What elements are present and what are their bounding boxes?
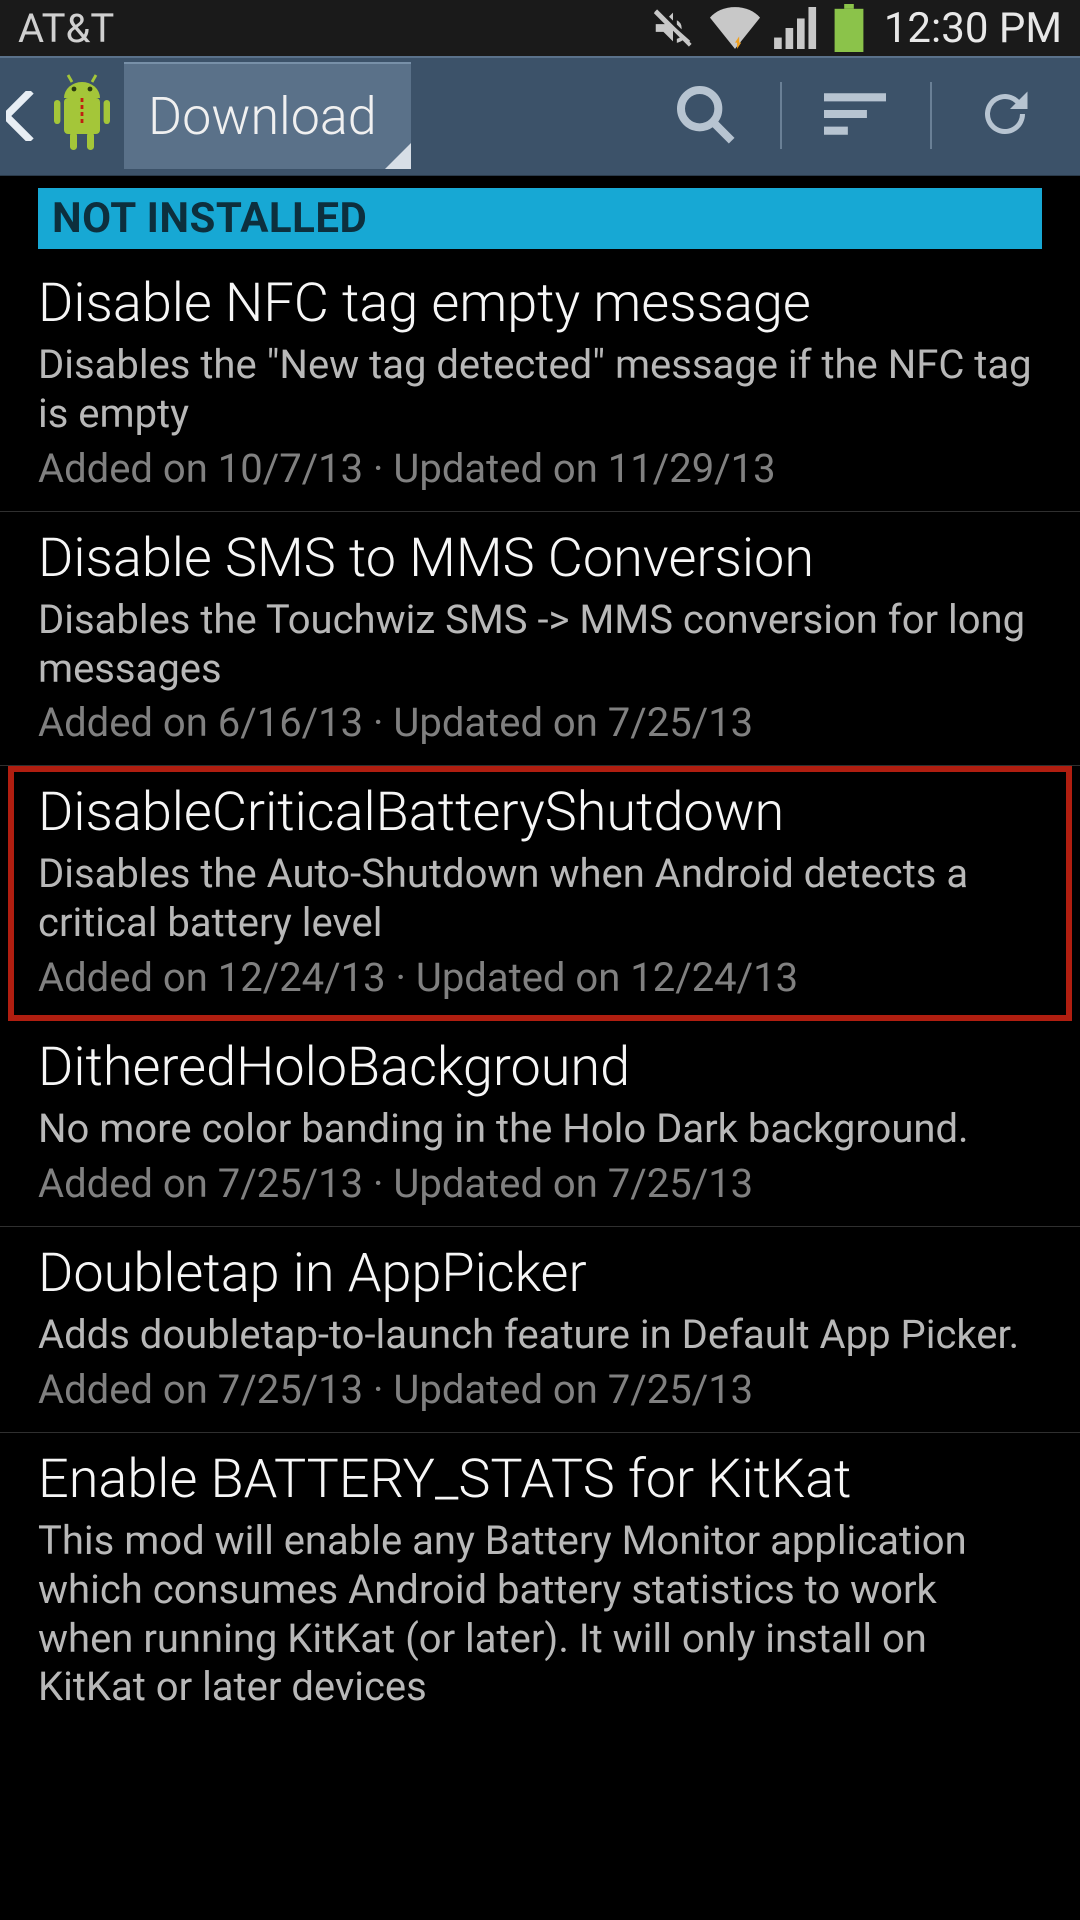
module-description: Disables the Touchwiz SMS -> MMS convers… (38, 596, 1042, 694)
list-item[interactable]: Enable BATTERY_STATS for KitKat This mod… (0, 1433, 1080, 1736)
module-title: Enable BATTERY_STATS for KitKat (38, 1449, 1042, 1511)
module-meta: Added on 10/7/13 · Updated on 11/29/13 (38, 445, 1042, 493)
mute-icon (650, 5, 696, 51)
tab-dropdown-label: Download (148, 86, 377, 147)
refresh-icon (975, 84, 1035, 148)
status-bar: AT&T 12:30 PM (0, 0, 1080, 56)
list-item[interactable]: Disable SMS to MMS Conversion Disables t… (0, 512, 1080, 767)
carrier-label: AT&T (18, 5, 114, 52)
section-header-not-installed: NOT INSTALLED (38, 188, 1042, 249)
list-item[interactable]: Doubletap in AppPicker Adds doubletap-to… (0, 1227, 1080, 1433)
module-description: Disables the Auto-Shutdown when Android … (38, 850, 1042, 948)
tab-dropdown[interactable]: Download (124, 62, 411, 169)
action-bar: Download (0, 56, 1080, 176)
module-list: Disable NFC tag empty message Disables t… (0, 257, 1080, 1736)
search-button[interactable] (630, 56, 780, 175)
refresh-button[interactable] (930, 56, 1080, 175)
module-meta: Added on 7/25/13 · Updated on 7/25/13 (38, 1366, 1042, 1414)
sort-button[interactable] (780, 56, 930, 175)
signal-icon (774, 7, 820, 49)
module-description: Disables the "New tag detected" message … (38, 341, 1042, 439)
module-title: Doubletap in AppPicker (38, 1243, 1042, 1305)
module-title: DitheredHoloBackground (38, 1037, 1042, 1099)
list-item-highlighted[interactable]: DisableCriticalBatteryShutdown Disables … (8, 766, 1072, 1021)
module-description: This mod will enable any Battery Monitor… (38, 1517, 1042, 1712)
module-meta: Added on 7/25/13 · Updated on 7/25/13 (38, 1160, 1042, 1208)
module-title: Disable SMS to MMS Conversion (38, 528, 1042, 590)
sort-icon (824, 90, 886, 142)
module-meta: Added on 12/24/13 · Updated on 12/24/13 (38, 954, 1042, 1002)
list-item[interactable]: DitheredHoloBackground No more color ban… (0, 1021, 1080, 1227)
dropdown-indicator-icon (385, 143, 411, 169)
module-description: Adds doubletap-to-launch feature in Defa… (38, 1311, 1042, 1360)
battery-icon (834, 4, 864, 52)
list-item[interactable]: Disable NFC tag empty message Disables t… (0, 257, 1080, 512)
wifi-icon (710, 5, 760, 51)
module-description: No more color banding in the Holo Dark b… (38, 1105, 1042, 1154)
module-meta: Added on 6/16/13 · Updated on 7/25/13 (38, 699, 1042, 747)
android-robot-icon (50, 74, 114, 158)
search-icon (673, 82, 737, 150)
back-button[interactable] (0, 56, 124, 175)
module-title: Disable NFC tag empty message (38, 273, 1042, 335)
module-title: DisableCriticalBatteryShutdown (38, 782, 1042, 844)
clock-label: 12:30 PM (884, 4, 1062, 53)
